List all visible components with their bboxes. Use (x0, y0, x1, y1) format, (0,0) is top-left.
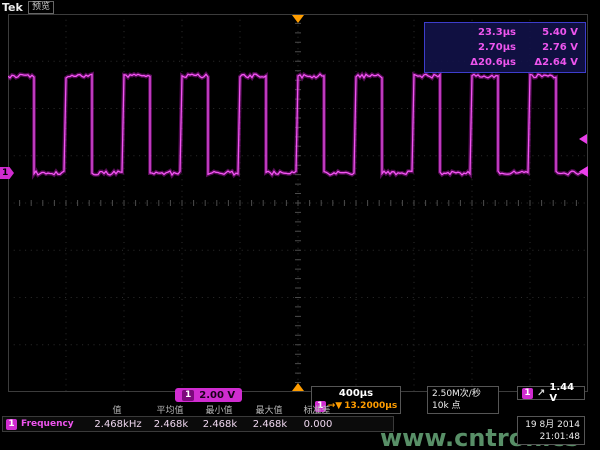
record-length: 10k 点 (432, 400, 498, 412)
measurement-header-stddev: 标准差 (294, 403, 340, 416)
trigger-source-badge: 1 (522, 388, 533, 399)
measurement-max: 2.468k (245, 419, 295, 430)
date-label: 19 8月 2014 (525, 419, 580, 431)
measurement-header-mean: 平均值 (146, 403, 194, 416)
cursor-a-row: 23.3μs 5.40 V (432, 27, 578, 38)
top-status-bar: Tek 预览 (0, 0, 600, 14)
acquisition-readout: 2.50M次/秒 10k 点 (427, 386, 499, 414)
measurement-mean: 2.468k (147, 419, 195, 430)
acquisition-mode-label: 预览 (28, 1, 54, 14)
sample-rate: 2.50M次/秒 (432, 388, 498, 400)
cursor-a-time: 23.3μs (436, 27, 516, 38)
measurement-stddev: 0.000 (295, 419, 341, 430)
cursor-b-volt: 2.76 V (516, 42, 578, 53)
measurement-min: 2.468k (195, 419, 245, 430)
datetime-panel: 19 8月 2014 21:01:48 (517, 416, 585, 445)
cursor-delta-volt: Δ2.64 V (516, 57, 578, 68)
channel1-volts-per-div: 2.00 V (199, 390, 235, 401)
cursor-delta-time: Δ20.6μs (436, 57, 516, 68)
channel1-scale-readout: 1 2.00 V (175, 388, 242, 402)
measurement-row: 1 Frequency 2.468kHz 2.468k 2.468k 2.468… (2, 416, 394, 432)
trigger-slope-icon: ↗ (537, 388, 545, 399)
cursor-b-row: 2.70μs 2.76 V (432, 42, 578, 53)
trigger-level-value: 1.44 V (549, 382, 580, 404)
measurement-header-row: 值 平均值 最小值 最大值 标准差 (2, 403, 394, 416)
cursor-readout-panel: 23.3μs 5.40 V 2.70μs 2.76 V Δ20.6μs Δ2.6… (424, 22, 586, 73)
measurement-panel: 值 平均值 最小值 最大值 标准差 1 Frequency 2.468kHz 2… (2, 403, 394, 433)
measurement-header-max: 最大值 (244, 403, 294, 416)
brand-logo: Tek (2, 1, 23, 14)
trigger-readout: 1 ↗ 1.44 V (517, 386, 585, 400)
measurement-header-value: 值 (88, 403, 146, 416)
time-label: 21:01:48 (540, 431, 580, 443)
cursor-a-volt: 5.40 V (516, 27, 578, 38)
oscilloscope-screen: Tek 预览 1 23.3μs 5.40 V 2.70μs 2.76 V Δ20… (0, 0, 600, 450)
measurement-label: 1 Frequency (3, 419, 89, 430)
measurement-name: Frequency (21, 419, 74, 429)
measurement-channel-badge: 1 (6, 419, 17, 430)
measurement-value: 2.468kHz (89, 419, 147, 430)
measurement-header-min: 最小值 (194, 403, 244, 416)
cursor-b-time: 2.70μs (436, 42, 516, 53)
channel1-badge: 1 (182, 390, 194, 401)
cursor-delta-row: Δ20.6μs Δ2.64 V (432, 57, 578, 68)
time-per-div: 400μs (339, 388, 373, 400)
